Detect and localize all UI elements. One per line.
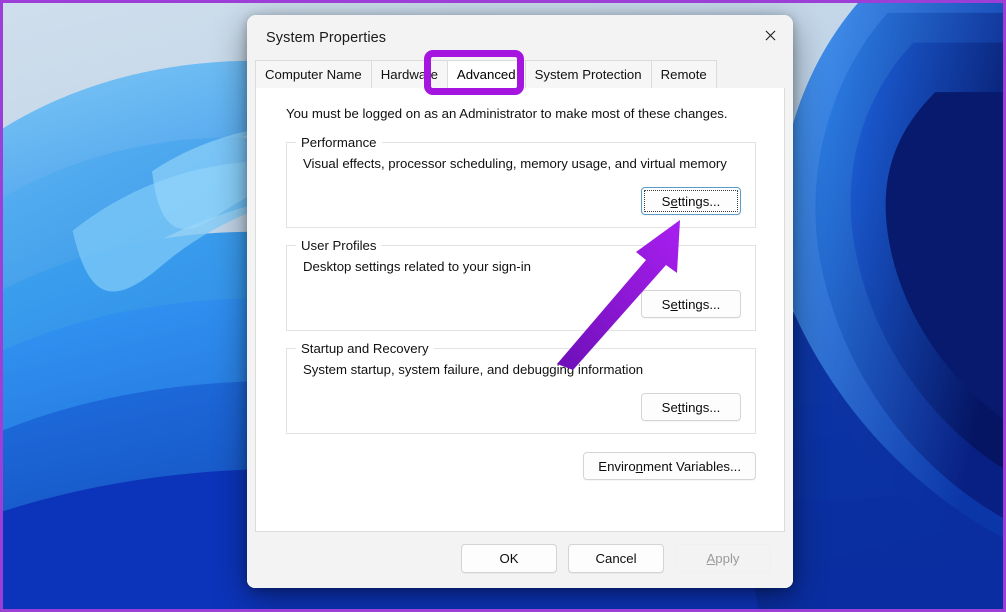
tab-strip: Computer Name Hardware Advanced System P… <box>255 60 785 88</box>
user-profiles-description: Desktop settings related to your sign-in <box>303 259 531 274</box>
tab-hardware[interactable]: Hardware <box>370 60 447 88</box>
apply-button[interactable]: Apply <box>675 543 771 573</box>
btn-accel: n <box>635 458 644 474</box>
btn-suffix: ttings... <box>677 193 721 209</box>
tab-label: Advanced <box>456 67 516 82</box>
startup-recovery-settings-button[interactable]: Se t tings... <box>641 393 741 421</box>
startup-recovery-group-title: Startup and Recovery <box>301 341 429 356</box>
btn-prefix: S <box>661 296 671 312</box>
btn-prefix: Enviro <box>598 458 636 474</box>
btn-accel: e <box>670 193 678 209</box>
performance-settings-button[interactable]: Se ttings... <box>641 187 741 215</box>
ok-button[interactable]: OK <box>461 543 557 573</box>
user-profiles-group-title: User Profiles <box>301 238 377 253</box>
startup-recovery-button-row: Se t tings... <box>287 377 755 423</box>
title-bar: System Properties <box>247 15 793 60</box>
btn-suffix: ttings... <box>677 296 721 312</box>
window-title: System Properties <box>266 29 387 46</box>
tab-remote[interactable]: Remote <box>650 60 717 88</box>
environment-variables-row: Enviro n ment Variables... <box>270 434 770 480</box>
tab-system-protection[interactable]: System Protection <box>524 60 651 88</box>
tab-computer-name[interactable]: Computer Name <box>255 60 371 88</box>
cancel-button[interactable]: Cancel <box>568 543 664 573</box>
tab-label: Hardware <box>380 67 438 82</box>
advanced-tab-page: You must be logged on as an Administrato… <box>255 88 785 532</box>
close-icon[interactable] <box>747 15 793 55</box>
close-glyph <box>765 30 775 40</box>
user-profiles-button-row: Se ttings... <box>287 274 755 320</box>
tab-label: Computer Name <box>265 67 362 82</box>
btn-prefix: S <box>661 193 671 209</box>
dialog-footer: OK Cancel Apply <box>247 532 793 588</box>
startup-recovery-description: System startup, system failure, and debu… <box>303 362 644 377</box>
btn-accel: A <box>706 550 716 566</box>
btn-accel: e <box>670 296 678 312</box>
performance-description: Visual effects, processor scheduling, me… <box>303 156 727 171</box>
tab-advanced[interactable]: Advanced <box>446 60 525 88</box>
startup-recovery-group: Startup and Recovery System startup, sys… <box>286 341 756 434</box>
screen: System Properties Computer Name Hardware… <box>0 0 1006 612</box>
environment-variables-button[interactable]: Enviro n ment Variables... <box>583 452 756 480</box>
btn-suffix: tings... <box>681 399 721 415</box>
tab-label: Remote <box>660 67 707 82</box>
performance-group: Performance Visual effects, processor sc… <box>286 135 756 228</box>
tab-label: System Protection <box>534 67 642 82</box>
btn-prefix: Se <box>661 399 678 415</box>
performance-group-title: Performance <box>301 135 377 150</box>
btn-suffix: ment Variables... <box>643 458 741 474</box>
user-profiles-settings-button[interactable]: Se ttings... <box>641 290 741 318</box>
administrator-notice: You must be logged on as an Administrato… <box>286 106 728 121</box>
btn-suffix: pply <box>715 550 740 566</box>
system-properties-dialog: System Properties Computer Name Hardware… <box>247 15 793 588</box>
performance-button-row: Se ttings... <box>287 171 755 217</box>
user-profiles-group: User Profiles Desktop settings related t… <box>286 238 756 331</box>
